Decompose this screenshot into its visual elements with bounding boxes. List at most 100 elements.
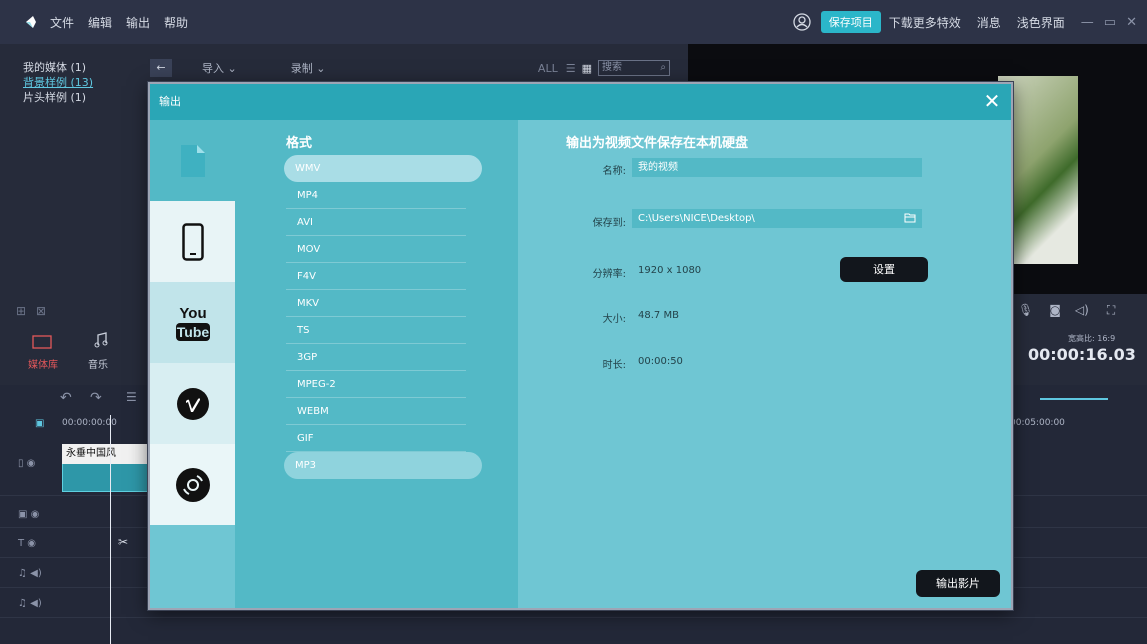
adjust-icon[interactable]: ☰ — [126, 390, 137, 404]
tab-local-file[interactable] — [150, 120, 243, 201]
name-label: 名称: — [602, 166, 626, 177]
tab-disc[interactable] — [150, 444, 235, 525]
media-category-intros[interactable]: 片头样例 (1) — [23, 90, 93, 105]
menu-bar: 文件 编辑 输出 帮助 保存项目 下载更多特效 消息 浅色界面 — ▭ ✕ — [0, 0, 1147, 44]
clip-label: 永垂中国风 — [62, 444, 150, 464]
save-path-value: C:\Users\NICE\Desktop\ — [638, 213, 755, 224]
timeline-end-time: 00:05:00:00 — [1010, 418, 1065, 428]
format-mp3[interactable]: MP3 — [284, 452, 482, 479]
minimize-icon[interactable]: — — [1081, 15, 1094, 30]
tab-media-library[interactable]: 媒体库 — [28, 356, 58, 371]
save-path-field[interactable]: C:\Users\NICE\Desktop\ — [632, 209, 922, 228]
scissors-icon[interactable]: ✂ — [118, 535, 128, 549]
music-note-icon[interactable] — [93, 332, 109, 348]
format-mkv[interactable]: MKV — [286, 290, 466, 317]
filter-all-label[interactable]: ALL — [538, 62, 558, 75]
mobile-device-icon — [181, 222, 204, 261]
format-avi[interactable]: AVI — [286, 209, 466, 236]
format-mp4[interactable]: MP4 — [286, 182, 466, 209]
search-icon: ⌕ — [660, 62, 666, 73]
format-heading: 格式 — [286, 136, 313, 151]
import-dropdown[interactable]: 导入 ⌄ — [202, 60, 237, 76]
snapshot-icon[interactable]: ◙ — [1049, 303, 1061, 317]
format-ts[interactable]: TS — [286, 317, 466, 344]
settings-column: 输出为视频文件保存在本机硬盘 名称: 我的视频 保存到: C:\Users\NI… — [518, 120, 1011, 608]
volume-icon[interactable]: ◁) — [1075, 303, 1089, 317]
theme-toggle-link[interactable]: 浅色界面 — [1017, 14, 1065, 31]
dialog-title: 输出 — [150, 84, 1011, 120]
size-value: 48.7 MB — [638, 310, 679, 321]
save-project-button[interactable]: 保存项目 — [820, 11, 881, 33]
window-close-icon[interactable]: ✕ — [1126, 15, 1137, 30]
music-track-1-icon: ♫ ◀) — [18, 568, 42, 579]
format-webm[interactable]: WEBM — [286, 398, 466, 425]
format-3gp[interactable]: 3GP — [286, 344, 466, 371]
app-logo-icon — [26, 16, 36, 28]
preview-controls: 🎙 ◙ ◁) ⛶ — [1000, 296, 1147, 324]
format-column: 格式 WMV MP4 AVI MOV F4V MKV TS 3GP MPEG-2… — [235, 120, 518, 608]
track-manager-icon[interactable]: ▣ — [35, 418, 44, 429]
format-mpeg2[interactable]: MPEG-2 — [286, 371, 466, 398]
back-arrow-icon[interactable]: ← — [150, 59, 172, 77]
grid-view-icon[interactable]: ▦ — [582, 62, 592, 75]
export-dialog: 输出 ✕ You Tube 格式 WMV MP4 AVI MOV F4V MKV… — [148, 82, 1013, 610]
resolution-value: 1920 x 1080 — [638, 265, 702, 276]
maximize-icon[interactable]: ▭ — [1104, 15, 1116, 30]
save-to-label: 保存到: — [592, 218, 626, 229]
disc-icon — [175, 467, 210, 502]
add-folder-icon[interactable]: ⊞ — [16, 304, 26, 318]
media-category-list: 我的媒体 (1) 背景样例 (13) 片头样例 (1) — [23, 60, 93, 105]
video-track-icon: ▯ ◉ — [18, 458, 36, 469]
close-icon[interactable]: ✕ — [981, 90, 1003, 112]
preview-timecode: 00:00:16.03 — [1028, 345, 1136, 364]
microphone-icon[interactable]: 🎙 — [1018, 303, 1033, 317]
overlay-track-icon: ▣ ◉ — [18, 509, 40, 520]
size-label: 大小: — [602, 314, 626, 325]
user-account-icon[interactable] — [793, 13, 811, 31]
tab-vimeo[interactable] — [150, 363, 235, 444]
svg-text:Tube: Tube — [176, 324, 209, 340]
settings-button[interactable]: 设置 — [840, 257, 928, 282]
media-toolbar: ← 导入 ⌄ 录制 ⌄ ALL ☰ ▦ 搜索 ⌕ — [150, 56, 670, 80]
timeline-zoom-slider[interactable] — [1040, 398, 1108, 400]
timeline-playhead[interactable] — [110, 415, 111, 644]
redo-icon[interactable]: ↷ — [90, 390, 102, 406]
media-search-input[interactable]: 搜索 ⌕ — [598, 60, 670, 76]
menu-export[interactable]: 输出 — [126, 14, 150, 31]
tab-music[interactable]: 音乐 — [88, 356, 108, 371]
remove-folder-icon[interactable]: ⊠ — [36, 304, 46, 318]
menubar-right: 保存项目 下载更多特效 消息 浅色界面 — ▭ ✕ — [793, 0, 1147, 44]
music-track-2-icon: ♫ ◀) — [18, 598, 42, 609]
export-video-button[interactable]: 输出影片 — [916, 570, 1000, 597]
messages-link[interactable]: 消息 — [977, 14, 1001, 31]
media-library-icon[interactable] — [32, 335, 52, 349]
aspect-ratio-label: 宽高比: 16:9 — [1068, 334, 1116, 343]
format-mov[interactable]: MOV — [286, 236, 466, 263]
tab-device[interactable] — [150, 201, 235, 282]
format-gif[interactable]: GIF — [286, 425, 466, 452]
duration-label: 时长: — [602, 360, 626, 371]
list-view-icon[interactable]: ☰ — [566, 62, 576, 75]
media-category-my-media[interactable]: 我的媒体 (1) — [23, 60, 93, 75]
menu-file[interactable]: 文件 — [50, 14, 74, 31]
text-track-icon: T ◉ — [18, 538, 37, 549]
fullscreen-icon[interactable]: ⛶ — [1107, 303, 1115, 318]
name-field[interactable]: 我的视频 — [632, 158, 922, 177]
media-category-backgrounds[interactable]: 背景样例 (13) — [23, 75, 93, 90]
vimeo-icon — [176, 387, 209, 420]
settings-heading: 输出为视频文件保存在本机硬盘 — [566, 136, 749, 151]
duration-value: 00:00:50 — [638, 356, 683, 367]
tab-youtube[interactable]: You Tube — [150, 282, 235, 363]
video-editor-window: 文件 编辑 输出 帮助 保存项目 下载更多特效 消息 浅色界面 — ▭ ✕ 我的… — [0, 0, 1147, 644]
undo-icon[interactable]: ↶ — [60, 390, 72, 406]
record-dropdown[interactable]: 录制 ⌄ — [291, 60, 326, 76]
menu-help[interactable]: 帮助 — [164, 14, 188, 31]
folder-icon[interactable] — [904, 212, 916, 223]
timeline-start-time: 00:00:00:00 — [62, 418, 117, 428]
resolution-label: 分辨率: — [592, 269, 626, 280]
menu-edit[interactable]: 编辑 — [88, 14, 112, 31]
format-f4v[interactable]: F4V — [286, 263, 466, 290]
download-effects-link[interactable]: 下载更多特效 — [889, 14, 961, 31]
local-file-icon — [180, 144, 205, 177]
format-wmv[interactable]: WMV — [284, 155, 482, 182]
